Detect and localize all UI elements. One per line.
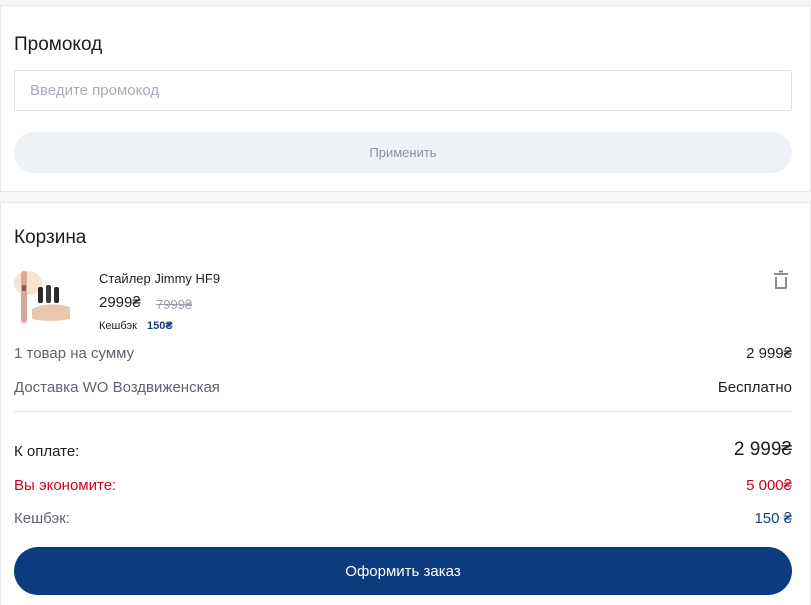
cashback-label: Кешбэк: — [14, 510, 70, 527]
product-name[interactable]: Стайлер Jimmy HF9 — [99, 271, 220, 286]
total-value: 2 999₴ — [733, 439, 792, 460]
product-old-price: 7999₴ — [156, 297, 193, 312]
cart-title: Корзина — [14, 227, 87, 248]
promo-title: Промокод — [14, 34, 103, 55]
product-cashback-value: 150₴ — [147, 320, 173, 332]
items-sum-label: 1 товар на сумму — [14, 345, 135, 362]
checkout-button[interactable]: Оформить заказ — [14, 547, 792, 595]
savings-value: 5 000₴ — [746, 477, 792, 494]
savings-row: Вы экономите: 5 000₴ — [14, 477, 792, 497]
savings-label: Вы экономите: — [14, 477, 117, 494]
product-cashback-label: Кешбэк — [99, 320, 137, 332]
delivery-value: Бесплатно — [717, 379, 792, 396]
cart-card: Корзина Стайлер Jimmy HF9 2999₴ 7999₴ Ке… — [0, 202, 811, 605]
delivery-row: Доставка WO Воздвиженская Бесплатно — [14, 379, 792, 399]
total-label: К оплате: — [14, 443, 80, 460]
items-sum-row: 1 товар на сумму 2 999₴ — [14, 345, 792, 365]
total-row: К оплате: 2 999₴ — [14, 439, 792, 463]
cart-item: Стайлер Jimmy HF9 2999₴ 7999₴ Кешбэк 150… — [14, 265, 792, 335]
product-price: 2999₴ — [99, 294, 141, 311]
divider — [14, 411, 792, 412]
promo-input[interactable] — [14, 70, 792, 111]
trash-icon — [774, 270, 788, 289]
items-sum-value: 2 999₴ — [746, 345, 792, 362]
delete-item-button[interactable] — [770, 269, 792, 291]
apply-button[interactable]: Применить — [14, 132, 792, 173]
cashback-value: 150 ₴ — [754, 510, 792, 527]
delivery-label: Доставка WO Воздвиженская — [14, 379, 220, 396]
product-image[interactable] — [14, 265, 76, 327]
promo-card: Промокод Применить — [0, 5, 811, 192]
cashback-row: Кешбэк: 150 ₴ — [14, 510, 792, 530]
